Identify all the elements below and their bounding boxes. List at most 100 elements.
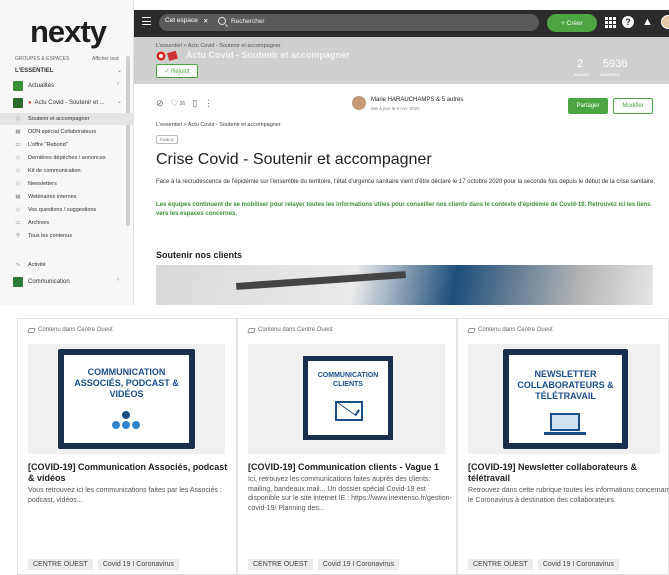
groups-label: GROUPES & ESPACES: [15, 56, 70, 62]
gem-icon: ◇: [15, 155, 21, 161]
sidebar-item-communication[interactable]: Communication: [13, 276, 70, 288]
content-card[interactable]: Contenu dans Centre Ouest NEWSLETTER COL…: [457, 318, 669, 575]
app-screenshot: nexty GROUPES & ESPACES Afficher tout L'…: [0, 0, 669, 305]
sidebar-subitem[interactable]: ◇ Kit de communication: [13, 165, 131, 177]
gem-icon: [247, 327, 256, 333]
space-thumbnail: [13, 81, 23, 91]
apps-grid-icon[interactable]: [605, 17, 616, 28]
edit-button[interactable]: Modifier: [613, 98, 653, 114]
subitem-label: Tous les contenus: [28, 233, 73, 239]
card-tags: CENTRE OUEST Covid 19 I Coronavirus: [28, 559, 184, 570]
article-actions: ⊘ ♡ 26 ▯ ⋮: [156, 98, 220, 109]
chevron-down-icon[interactable]: ⌄: [117, 67, 122, 74]
heart-icon[interactable]: ♡: [171, 98, 179, 109]
space-thumbnail: [13, 277, 23, 287]
sidebar-subitem[interactable]: ◇ Vos questions / suggestions: [13, 204, 131, 216]
show-all-link[interactable]: Afficher tout: [92, 56, 119, 62]
sidebar-subitem[interactable]: ⚲ Tous les contenus: [13, 230, 131, 242]
search-input[interactable]: Rechercher: [231, 18, 265, 25]
close-icon[interactable]: ✕: [203, 17, 208, 25]
laptop-base: [544, 432, 586, 435]
logo[interactable]: nexty: [30, 14, 107, 50]
section-essentiel[interactable]: L'ESSENTIEL: [15, 68, 53, 74]
bookmark-icon[interactable]: ▯: [192, 98, 197, 109]
sidebar-subitem[interactable]: ▦ Webinaires internes: [13, 191, 131, 203]
sidebar-subitem[interactable]: ◇ Soutenir et accompagner: [0, 113, 133, 125]
card-thumbnail[interactable]: NEWSLETTER COLLABORATEURS & TÉLÉTRAVAIL: [468, 344, 660, 454]
content-card[interactable]: Contenu dans Centre Ouest COMMUNICATION …: [17, 318, 237, 575]
content-card[interactable]: Contenu dans Centre Ouest COMMUNICATION …: [237, 318, 457, 575]
gem-icon: [467, 327, 476, 333]
like-count: 26: [179, 100, 186, 107]
activity-icon: ∿: [15, 262, 21, 268]
search-bar[interactable]: Cet espace ✕ Rechercher: [159, 14, 539, 31]
banner-breadcrumb[interactable]: L'essentiel > Actu Covid - Soutenir et a…: [156, 43, 281, 49]
thumbnail-frame: COMMUNICATION CLIENTS: [303, 356, 393, 440]
card-title[interactable]: [COVID-19] Newsletter collaborateurs & t…: [468, 462, 669, 484]
status-badge: PUBLIC: [156, 135, 179, 144]
sidebar-subitem[interactable]: ▭ Archives: [13, 217, 131, 229]
sidebar-item-actu-covid[interactable]: ● Actu Covid - Soutenir et ...: [13, 97, 105, 109]
grid-icon: ▦: [15, 129, 21, 135]
sidebar-item-label: Actu Covid - Soutenir et ...: [34, 100, 105, 106]
check-circle-icon[interactable]: ⊘: [156, 98, 164, 109]
card-thumbnail[interactable]: COMMUNICATION ASSOCIÉS, PODCAST & VIDÉOS: [28, 344, 225, 454]
top-bar: Cet espace ✕ Rechercher + Créer ? ▲: [134, 10, 669, 37]
author-avatar[interactable]: [352, 96, 366, 110]
chevron-right-icon[interactable]: ›: [117, 277, 119, 283]
highlight-paragraph: Les équipes continuent de se mobiliser p…: [156, 202, 651, 217]
sidebar-item-actualites[interactable]: Actualités: [13, 80, 54, 92]
menu-icon[interactable]: [142, 17, 151, 25]
create-button[interactable]: + Créer: [547, 14, 597, 32]
author-name[interactable]: Marie HARAUCHAMPS & 5 autres: [371, 97, 463, 103]
sidebar-item-activite[interactable]: ∿ Activité: [13, 259, 131, 271]
card-tags: CENTRE OUEST Covid 19 I Coronavirus: [468, 559, 624, 570]
subitem-label: L'offre "Rebond": [28, 142, 68, 148]
gem-icon: ◇: [15, 168, 21, 174]
search-scope-chip[interactable]: Cet espace: [165, 17, 198, 24]
search-icon: ⚲: [15, 233, 21, 239]
sidebar-subitem[interactable]: ◇ Newsletters: [13, 178, 131, 190]
more-icon[interactable]: ⋮: [204, 98, 213, 109]
card-description: Vous retrouvez ici les communications fa…: [28, 487, 222, 504]
activity-label: Activité: [28, 262, 46, 268]
tag[interactable]: Covid 19 I Coronavirus: [317, 559, 400, 570]
members-count[interactable]: 5936: [603, 58, 627, 70]
thumbnail-text: COMMUNICATION ASSOCIÉS, PODCAST & VIDÉOS: [74, 367, 179, 399]
thumbnail-text: COMMUNICATION CLIENTS: [317, 372, 379, 388]
share-button[interactable]: Partager: [568, 98, 608, 114]
sidebar-subitem[interactable]: ▭ L'offre "Rebond": [13, 139, 131, 151]
space-title: Actu Covid - Soutenir et accompagner: [186, 50, 350, 60]
tag[interactable]: CENTRE OUEST: [28, 559, 93, 570]
subitem-label: Kit de communication: [28, 168, 81, 174]
thumbnail-text: NEWSLETTER COLLABORATEURS & TÉLÉTRAVAIL: [517, 369, 614, 401]
tag[interactable]: Covid 19 I Coronavirus: [97, 559, 180, 570]
sidebar-subitem[interactable]: ▦ ODN spécial Collaborateurs: [13, 126, 131, 138]
admins-label: ADMINS: [574, 72, 590, 77]
tag[interactable]: Covid 19 I Coronavirus: [537, 559, 620, 570]
doc-icon: ▭: [15, 142, 21, 148]
avatar[interactable]: [661, 15, 669, 29]
card-title[interactable]: [COVID-19] Communication clients - Vague…: [248, 462, 453, 473]
chevron-right-icon[interactable]: ›: [117, 81, 119, 87]
thumbnail-frame: NEWSLETTER COLLABORATEURS & TÉLÉTRAVAIL: [503, 349, 628, 449]
tag[interactable]: CENTRE OUEST: [468, 559, 533, 570]
breadcrumb[interactable]: L'essentiel > Actu Covid - Soutenir et a…: [156, 122, 281, 128]
thumbnail-frame: COMMUNICATION ASSOCIÉS, PODCAST & VIDÉOS: [58, 349, 195, 449]
hero-image: [156, 265, 653, 305]
gem-icon: ◇: [15, 181, 21, 187]
members-label: MEMBRES: [600, 72, 621, 77]
tag[interactable]: CENTRE OUEST: [248, 559, 313, 570]
joined-button[interactable]: ✓ Rejoint: [156, 64, 198, 78]
bell-icon[interactable]: ▲: [642, 16, 653, 28]
card-title[interactable]: [COVID-19] Communication Associés, podca…: [28, 462, 233, 484]
sidebar-item-label: Actualités: [28, 83, 55, 89]
card-thumbnail[interactable]: COMMUNICATION CLIENTS: [248, 344, 445, 454]
subitem-label: Archives: [28, 220, 50, 226]
chevron-down-icon[interactable]: ⌄: [117, 98, 122, 105]
help-icon[interactable]: ?: [622, 16, 634, 28]
card-description: Retrouvez dans cette rubrique toutes les…: [468, 487, 669, 504]
card-source-label: Contenu dans Centre Ouest: [38, 327, 113, 333]
sidebar-subitem[interactable]: ◇ Dernières dépêches / annonces: [13, 152, 131, 164]
admins-count[interactable]: 2: [577, 58, 583, 70]
